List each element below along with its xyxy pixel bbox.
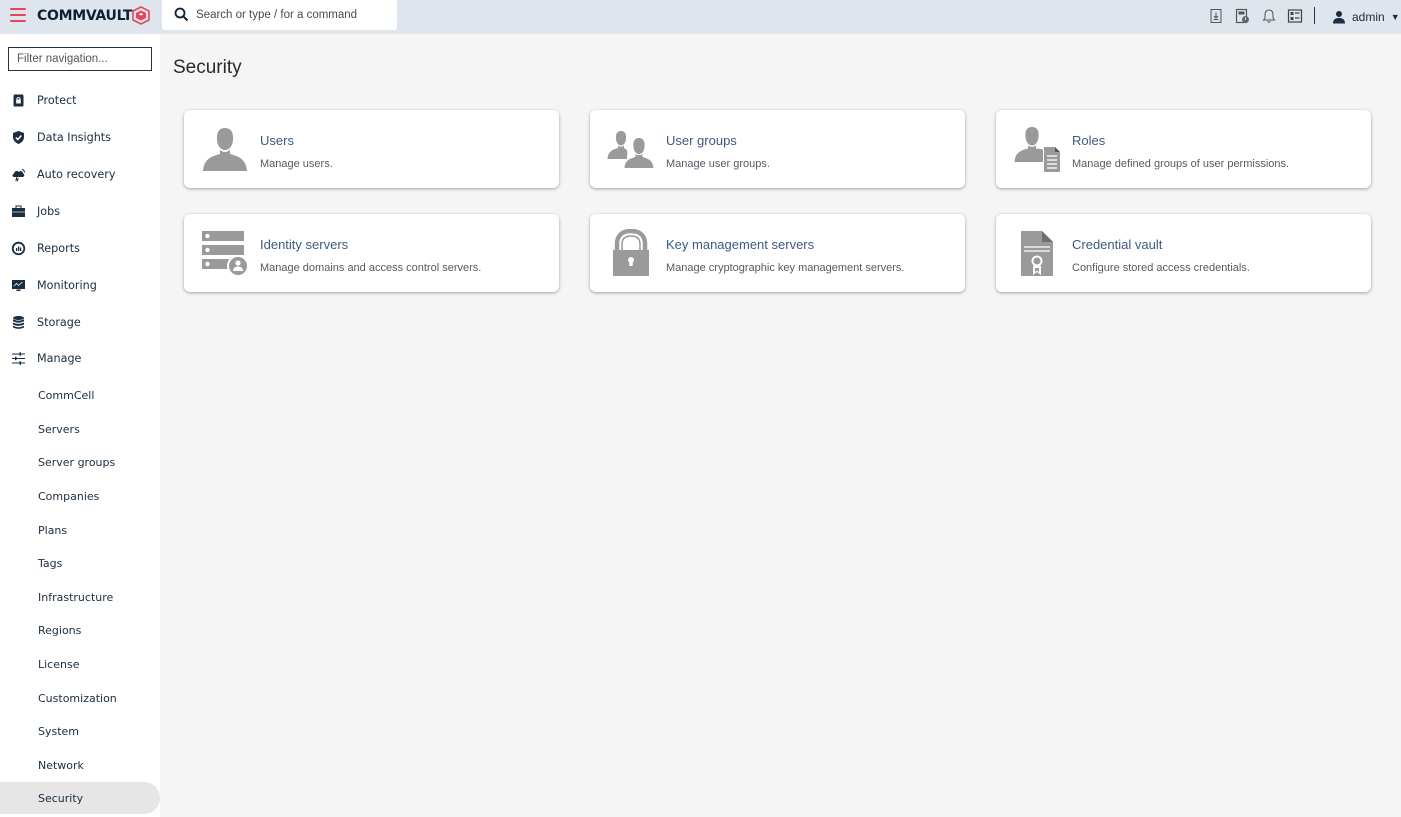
briefcase-icon <box>12 205 25 217</box>
chevron-down-icon: ▼ <box>1390 12 1400 22</box>
report-gauge-icon <box>11 241 26 255</box>
filter-navigation-input[interactable] <box>8 47 152 71</box>
sidebar-subitem-label: Regions <box>38 623 82 637</box>
sliders-icon <box>12 351 25 365</box>
sidebar-subitem-security[interactable]: Security <box>0 782 160 814</box>
sidebar-item-protect[interactable]: Protect <box>0 85 160 115</box>
sidebar-subitem-label: Plans <box>38 523 68 537</box>
search-icon <box>174 7 189 22</box>
card-title: Credential vault <box>1072 237 1163 252</box>
sidebar-subitem-label: Companies <box>38 489 100 503</box>
sidebar-subitem-label: System <box>38 724 80 738</box>
certificate-document-icon <box>1021 231 1053 276</box>
card-title: Key management servers <box>666 237 815 252</box>
sidebar-subitem-label: CommCell <box>38 388 95 402</box>
sidebar-item-label: Jobs <box>37 204 61 218</box>
sidebar-subitem-label: Tags <box>38 556 63 570</box>
sidebar-item-monitoring[interactable]: Monitoring <box>0 270 160 300</box>
shield-check-icon <box>13 130 24 144</box>
sidebar-subitem-plans[interactable]: Plans <box>0 514 160 546</box>
sidebar-subitem-commcell[interactable]: CommCell <box>0 379 160 411</box>
card-title: Identity servers <box>260 237 349 252</box>
sidebar-item-reports[interactable]: Reports <box>0 233 160 263</box>
sidebar-subitem-label: Customization <box>38 691 117 705</box>
page-title: Security <box>173 57 242 78</box>
top-bar: COMMVAULT Search or type / for a command… <box>0 0 1401 34</box>
sidebar-subitem-companies[interactable]: Companies <box>0 480 160 512</box>
sidebar-item-data-insights[interactable]: Data Insights <box>0 122 160 152</box>
monitor-chart-icon <box>12 279 25 291</box>
sidebar-subitem-tags[interactable]: Tags <box>0 547 160 579</box>
user-avatar-icon <box>1333 11 1345 24</box>
sidebar-item-label: Monitoring <box>37 278 97 292</box>
sidebar-subitem-servers[interactable]: Servers <box>0 413 160 445</box>
card-description: Configure stored access credentials. <box>1072 262 1250 274</box>
user-group-icon <box>607 131 654 168</box>
sidebar-item-label: Data Insights <box>37 130 112 144</box>
sidebar-item-label: Manage <box>37 351 82 365</box>
card-title: Users <box>260 133 294 148</box>
sidebar-item-label: Storage <box>37 315 81 329</box>
sidebar-subitem-label: Infrastructure <box>38 590 114 604</box>
sidebar-subitem-regions[interactable]: Regions <box>0 614 160 646</box>
sidebar-item-label: Protect <box>37 93 77 107</box>
card-users[interactable]: Users Manage users. <box>184 110 559 188</box>
sidebar-subitem-label: License <box>38 657 80 671</box>
sidebar-item-manage[interactable]: Manage <box>0 343 160 373</box>
card-roles[interactable]: Roles Manage defined groups of user perm… <box>996 110 1371 188</box>
sidebar-subitem-network[interactable]: Network <box>0 749 160 781</box>
search-input[interactable] <box>196 6 391 24</box>
toolbar-divider <box>1314 7 1315 24</box>
sidebar-item-jobs[interactable]: Jobs <box>0 196 160 226</box>
user-name: admin <box>1352 10 1385 24</box>
card-key-management-servers[interactable]: Key management servers Manage cryptograp… <box>590 214 965 292</box>
card-description: Manage user groups. <box>666 158 770 170</box>
sidebar-item-label: Auto recovery <box>37 167 116 181</box>
sidebar-subitem-system[interactable]: System <box>0 715 160 747</box>
commvault-logo-icon <box>132 6 150 25</box>
sidebar: Protect Data Insights Auto recovery Jobs <box>0 34 160 817</box>
hamburger-menu-icon[interactable] <box>10 8 26 22</box>
card-description: Manage users. <box>260 158 333 170</box>
command-search[interactable] <box>162 0 397 30</box>
cloud-recovery-icon <box>12 168 25 182</box>
card-credential-vault[interactable]: Credential vault Configure stored access… <box>996 214 1371 292</box>
sidebar-subitem-license[interactable]: License <box>0 648 160 680</box>
sidebar-subitem-server-groups[interactable]: Server groups <box>0 446 160 478</box>
card-identity-servers[interactable]: Identity servers Manage domains and acce… <box>184 214 559 292</box>
database-icon <box>13 315 24 329</box>
sidebar-subitem-label: Server groups <box>38 455 116 469</box>
sidebar-subitem-label: Network <box>38 758 84 772</box>
role-user-document-icon <box>1014 127 1060 172</box>
dashboard-grid-icon[interactable] <box>1287 8 1303 24</box>
brand-logo-text: COMMVAULT <box>37 8 133 24</box>
card-user-groups[interactable]: User groups Manage user groups. <box>590 110 965 188</box>
card-title: User groups <box>666 133 737 148</box>
sidebar-subitem-label: Servers <box>38 422 80 436</box>
card-description: Manage domains and access control server… <box>260 262 482 274</box>
scheduled-report-icon[interactable] <box>1234 8 1250 24</box>
user-icon <box>203 128 247 171</box>
download-report-icon[interactable] <box>1208 8 1224 24</box>
card-title: Roles <box>1072 133 1106 148</box>
sidebar-item-storage[interactable]: Storage <box>0 307 160 337</box>
notifications-bell-icon[interactable] <box>1261 8 1277 24</box>
sidebar-subitem-infrastructure[interactable]: Infrastructure <box>0 581 160 613</box>
server-user-icon <box>202 231 249 277</box>
card-description: Manage cryptographic key management serv… <box>666 262 905 274</box>
sidebar-item-auto-recovery[interactable]: Auto recovery <box>0 159 160 189</box>
sidebar-item-label: Reports <box>37 241 80 255</box>
sidebar-subitem-label: Security <box>38 791 84 805</box>
card-description: Manage defined groups of user permission… <box>1072 158 1290 170</box>
user-menu[interactable]: admin ▼ <box>1332 9 1400 25</box>
sidebar-subitem-customization[interactable]: Customization <box>0 682 160 714</box>
padlock-icon <box>613 229 649 276</box>
protect-shield-lock-icon <box>13 94 24 106</box>
